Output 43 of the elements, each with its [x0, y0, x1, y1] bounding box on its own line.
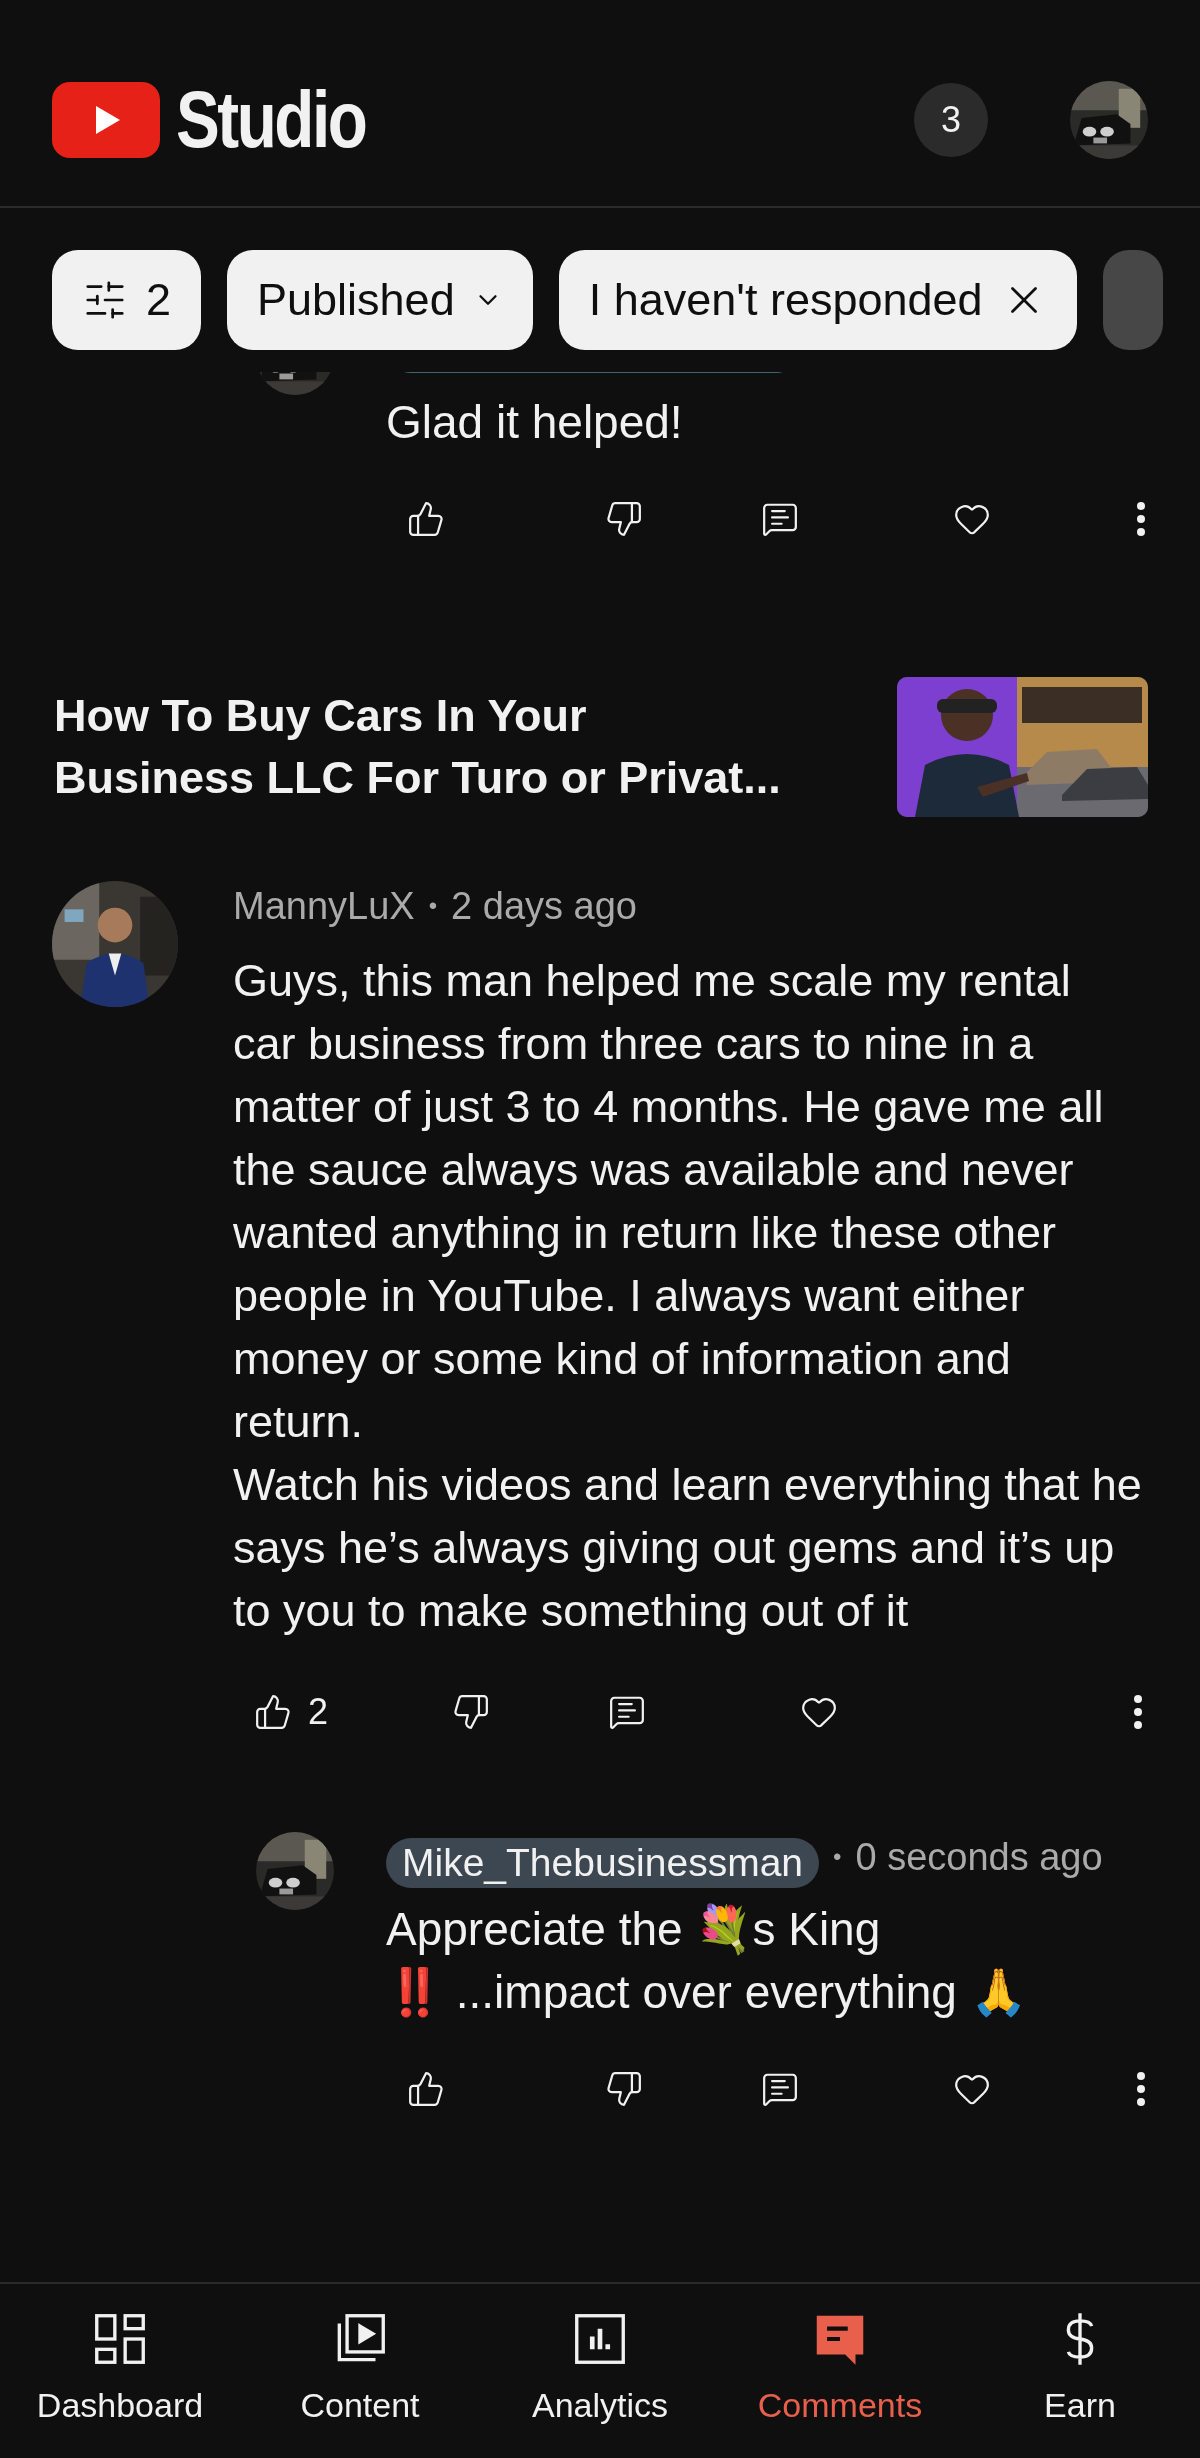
play-logo-icon: [52, 82, 160, 158]
video-title[interactable]: How To Buy Cars In Your Business LLC For Turo or Privat...: [54, 685, 792, 809]
status-dropdown[interactable]: Published: [227, 250, 533, 350]
like-button[interactable]: [407, 2070, 445, 2108]
nav-tab[interactable]: Content: [240, 2284, 480, 2458]
nav-label: Analytics: [531, 2385, 669, 2425]
separator-dot: •: [833, 1843, 842, 1871]
more-button[interactable]: [1136, 501, 1146, 537]
nav-tab[interactable]: Dashboard: [0, 2284, 240, 2458]
nav-tab[interactable]: Analytics: [480, 2284, 720, 2458]
filter-chip[interactable]: 2: [52, 250, 202, 350]
dislike-button[interactable]: [605, 2070, 643, 2108]
more-icon: [1136, 2071, 1146, 2107]
reply-time: 0 seconds ago: [855, 1835, 1103, 1879]
filter-count: 2: [146, 274, 172, 326]
reply-text: Appreciate the 💐s King ‼ ...impact over everything 🙏: [386, 1902, 1028, 2020]
nav-label: Comments: [757, 2385, 923, 2425]
separator-dot: •: [428, 892, 438, 920]
more-icon: [1133, 1694, 1143, 1730]
like-count: 2: [308, 1691, 329, 1733]
filter-chip[interactable]: I haven't responded: [558, 250, 1077, 350]
like-button[interactable]: 2: [254, 1691, 329, 1733]
nav-label: Earn: [1044, 2385, 1116, 2425]
more-button[interactable]: [1136, 2071, 1146, 2107]
comment-time: 2 days ago: [451, 884, 637, 928]
dislike-button[interactable]: [605, 500, 643, 538]
nav-label: Content: [300, 2385, 420, 2425]
like-button[interactable]: [407, 500, 445, 538]
reply-text: Glad it helped!: [386, 395, 684, 450]
thumbs-up-icon: [407, 2070, 445, 2108]
app-title: Studio: [176, 80, 366, 160]
more-icon: [1136, 501, 1146, 537]
nav-label: Dashboard: [36, 2385, 204, 2425]
thumbs-up-icon: [407, 500, 445, 538]
comment-author[interactable]: MannyLuX: [233, 884, 415, 928]
author-name[interactable]: Mike_Thebusinessman: [386, 1838, 820, 1888]
more-button[interactable]: [1133, 1694, 1143, 1730]
comment-text: Guys, this man helped me scale my rental car business from three cars to nine in a matter of just 3 to 4 months. He gave me all the sauce always was available and never wanted anything in return like these other people in YouTube. I always want either money or some kind of information and return. Watch his videos and learn everything that he says he’s always giving out gems and it’s up to you to make something out of it: [233, 954, 1143, 1638]
nav-tab[interactable]: Comments: [720, 2284, 960, 2458]
dislike-button[interactable]: [452, 1693, 490, 1731]
notification-count[interactable]: 3: [914, 83, 988, 157]
thumbs-up-icon: [254, 1693, 292, 1731]
nav-tab[interactable]: Earn: [960, 2284, 1200, 2458]
